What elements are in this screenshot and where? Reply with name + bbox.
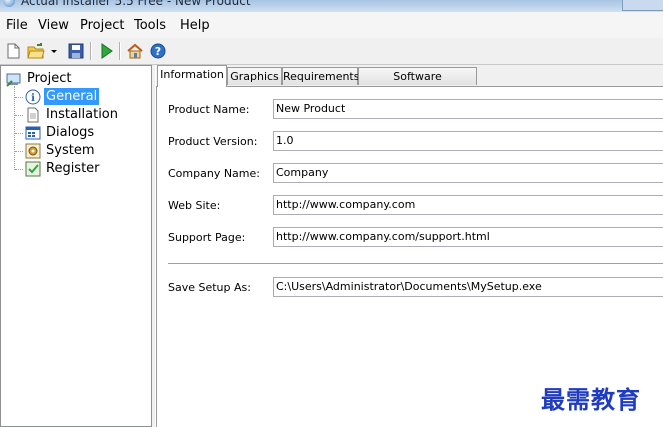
info-icon: i bbox=[25, 89, 41, 105]
support-page-label: Support Page: bbox=[168, 231, 246, 244]
title-bar: Actual Installer 5.5 Free - New Product bbox=[0, 0, 663, 12]
project-icon bbox=[6, 71, 22, 87]
help-icon[interactable]: ? bbox=[149, 42, 167, 60]
svg-text:i: i bbox=[31, 93, 35, 104]
toolbar: ? bbox=[0, 38, 663, 65]
tree-connector bbox=[15, 151, 23, 152]
dialogs-icon bbox=[25, 125, 41, 141]
web-site-label: Web Site: bbox=[168, 199, 221, 212]
tree-label-project: Project bbox=[27, 71, 72, 86]
dropdown-arrow-icon[interactable] bbox=[49, 42, 59, 60]
window-title: Actual Installer 5.5 Free - New Product bbox=[21, 0, 251, 8]
company-name-input[interactable]: Company bbox=[273, 163, 663, 183]
tree-label-system: System bbox=[46, 143, 95, 158]
product-name-label: Product Name: bbox=[168, 103, 250, 116]
tab-graphics[interactable]: Graphics bbox=[227, 67, 282, 85]
tree-label-register: Register bbox=[46, 161, 100, 176]
tree-connector bbox=[14, 86, 15, 170]
open-folder-icon[interactable] bbox=[27, 42, 45, 60]
tree-label-dialogs: Dialogs bbox=[46, 125, 95, 140]
support-page-input[interactable]: http://www.company.com/support.html bbox=[273, 227, 663, 247]
toolbar-separator bbox=[119, 42, 121, 60]
product-version-label: Product Version: bbox=[168, 135, 258, 148]
content-area: Information Graphics Requirements Softwa… bbox=[155, 65, 663, 427]
product-version-input[interactable]: 1.0 bbox=[273, 131, 663, 151]
watermark-text: 最需教育 bbox=[541, 385, 641, 414]
tree-connector bbox=[15, 169, 23, 170]
tab-information[interactable]: Information bbox=[157, 65, 227, 87]
home-icon[interactable] bbox=[126, 42, 144, 60]
toolbar-separator bbox=[90, 42, 92, 60]
save-setup-as-input[interactable]: C:\Users\Administrator\Documents\MySetup… bbox=[273, 277, 663, 297]
menu-view[interactable]: View bbox=[38, 18, 69, 33]
tree-label-installation: Installation bbox=[46, 107, 119, 122]
menu-help[interactable]: Help bbox=[180, 18, 210, 33]
save-setup-as-label: Save Setup As: bbox=[168, 281, 251, 294]
menu-tools[interactable]: Tools bbox=[134, 18, 166, 33]
document-icon bbox=[25, 107, 41, 123]
system-icon bbox=[25, 143, 41, 159]
menu-file[interactable]: File bbox=[6, 18, 28, 33]
tab-requirements[interactable]: Requirements bbox=[282, 67, 359, 85]
web-site-input[interactable]: http://www.company.com bbox=[273, 195, 663, 215]
form-divider bbox=[168, 263, 663, 265]
tree-label-general: General bbox=[44, 88, 100, 105]
menu-bar: File View Project Tools Help bbox=[0, 12, 663, 38]
run-icon[interactable] bbox=[97, 42, 115, 60]
window-controls[interactable] bbox=[622, 0, 663, 11]
tab-software-prerequisites[interactable]: Software Prerequisites bbox=[358, 67, 477, 101]
register-icon bbox=[25, 161, 41, 177]
tree-connector bbox=[15, 97, 23, 98]
tree-connector bbox=[15, 115, 23, 116]
project-tree: Project i General Installation Dialogs S… bbox=[0, 65, 152, 427]
information-page: Product Name: New Product Product Versio… bbox=[156, 86, 663, 427]
company-name-label: Company Name: bbox=[168, 167, 260, 180]
save-icon[interactable] bbox=[67, 42, 85, 60]
app-icon bbox=[3, 0, 15, 7]
tree-connector bbox=[15, 133, 23, 134]
svg-text:?: ? bbox=[155, 45, 161, 58]
menu-project[interactable]: Project bbox=[80, 18, 124, 33]
new-file-icon[interactable] bbox=[4, 42, 22, 60]
product-name-input[interactable]: New Product bbox=[273, 99, 663, 119]
